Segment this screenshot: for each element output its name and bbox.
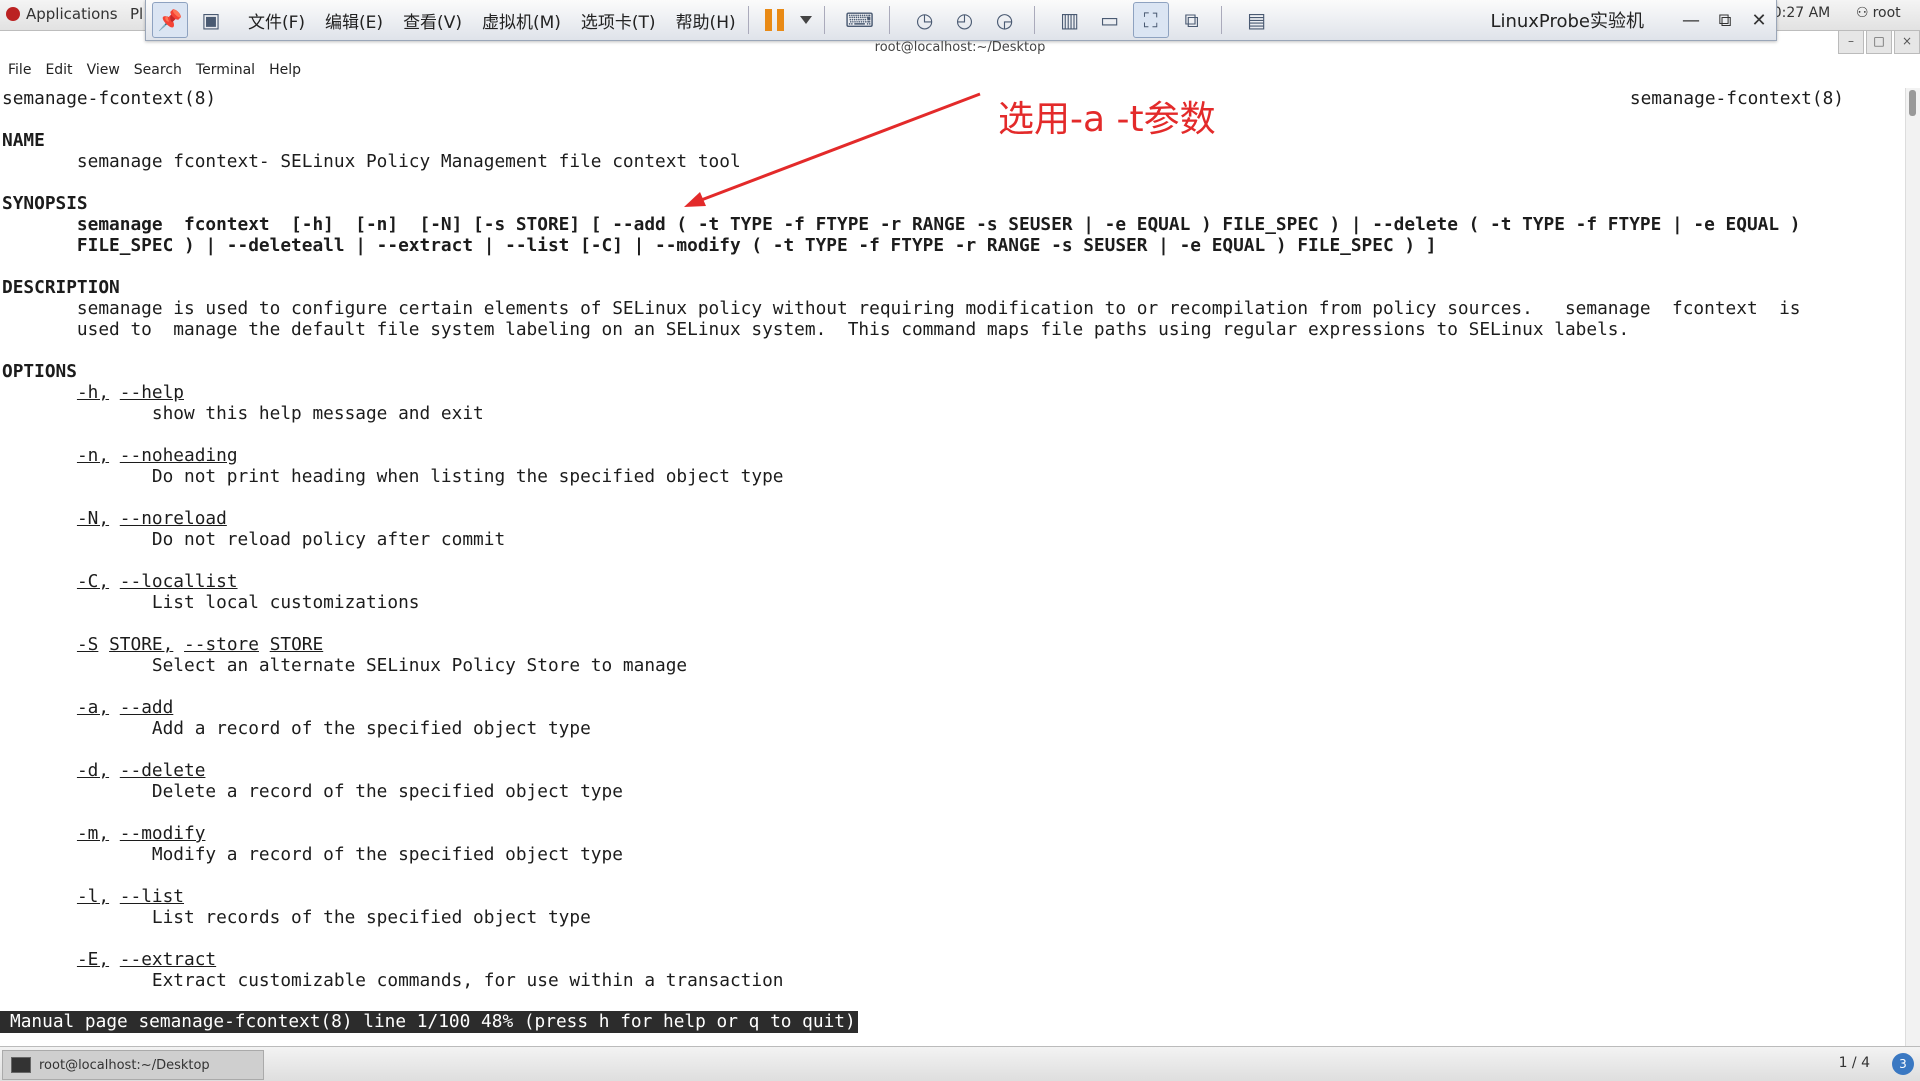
window-controls: – □ × bbox=[1838, 30, 1920, 54]
option-delete: -d, --delete bbox=[76, 760, 206, 781]
term-menu-help[interactable]: Help bbox=[269, 62, 301, 86]
synopsis-line-2: FILE_SPEC ) | --deleteall | --extract | … bbox=[2, 235, 1437, 256]
taskbar-item-label: root@localhost:~/Desktop bbox=[39, 1057, 210, 1073]
vm-title: LinuxProbe实验机 bbox=[1490, 11, 1644, 32]
options-heading: OPTIONS bbox=[2, 361, 77, 382]
option-list-desc: List records of the specified object typ… bbox=[151, 907, 591, 928]
option-locallist: -C, --locallist bbox=[76, 571, 238, 592]
bottom-taskbar: root@localhost:~/Desktop 1 / 4 3 bbox=[0, 1046, 1920, 1081]
menu-edit[interactable]: 编辑(E) bbox=[325, 8, 383, 33]
toolbar-separator bbox=[1220, 6, 1222, 34]
snapshot-icon[interactable]: ◷ bbox=[908, 3, 942, 37]
synopsis-heading: SYNOPSIS bbox=[2, 193, 88, 214]
term-menu-view[interactable]: View bbox=[87, 62, 120, 86]
terminal-scrollbar[interactable] bbox=[1905, 88, 1920, 1048]
option-modify-desc: Modify a record of the specified object … bbox=[151, 844, 623, 865]
user-icon: ⚇ bbox=[1856, 5, 1869, 21]
sidebar-view-icon[interactable]: ▥ bbox=[1053, 3, 1087, 37]
option-store: -S STORE, --store STORE bbox=[76, 634, 324, 655]
option-help: -h, --help bbox=[76, 382, 185, 403]
user-name: root bbox=[1872, 5, 1901, 21]
option-add: -a, --add bbox=[76, 697, 174, 718]
window-title: root@localhost:~/Desktop bbox=[874, 40, 1046, 55]
applications-label: Applications bbox=[26, 5, 118, 23]
option-list: -l, --list bbox=[76, 886, 185, 907]
menu-vm[interactable]: 虚拟机(M) bbox=[482, 8, 561, 33]
man-header-right: semanage-fcontext(8) bbox=[1629, 88, 1844, 109]
term-menu-terminal[interactable]: Terminal bbox=[196, 62, 255, 86]
toolbar-separator bbox=[888, 6, 890, 34]
vmware-toolbar: 📌 ▣ 文件(F) 编辑(E) 查看(V) 虚拟机(M) 选项卡(T) 帮助(H… bbox=[145, 0, 1777, 41]
snapshot-manager-icon[interactable]: ◶ bbox=[988, 3, 1022, 37]
pause-icon[interactable] bbox=[764, 9, 784, 31]
minimize-icon[interactable]: — bbox=[1674, 10, 1708, 31]
console-view-icon[interactable]: ▤ bbox=[1240, 3, 1274, 37]
vm-home-icon[interactable]: ▣ bbox=[194, 3, 228, 37]
name-heading: NAME bbox=[2, 130, 45, 151]
unity-icon[interactable]: ⧉ bbox=[1175, 3, 1209, 37]
pager-status-line: Manual page semanage-fcontext(8) line 1/… bbox=[0, 1011, 858, 1033]
description-line-2: used to manage the default file system l… bbox=[2, 319, 1630, 340]
option-noreload: -N, --noreload bbox=[76, 508, 227, 529]
gnome-foot-icon bbox=[6, 7, 20, 21]
fullscreen-icon[interactable]: ⛶ bbox=[1132, 2, 1169, 38]
description-line-1: semanage is used to configure certain el… bbox=[2, 298, 1801, 319]
toolbar-separator bbox=[1033, 6, 1035, 34]
menu-view[interactable]: 查看(V) bbox=[403, 8, 462, 33]
description-heading: DESCRIPTION bbox=[2, 277, 120, 298]
restore-icon[interactable]: ⧉ bbox=[1708, 10, 1742, 31]
chevron-down-icon[interactable] bbox=[799, 16, 812, 24]
menu-help[interactable]: 帮助(H) bbox=[676, 8, 736, 33]
clock[interactable]: :0:27 AM bbox=[1768, 5, 1830, 21]
scrollbar-thumb[interactable] bbox=[1909, 90, 1916, 116]
user-menu[interactable]: ⚇ root bbox=[1856, 5, 1901, 21]
window-close-icon[interactable]: × bbox=[1894, 30, 1920, 54]
term-menu-search[interactable]: Search bbox=[134, 62, 182, 86]
send-ctrl-alt-del-icon[interactable]: ⌨ bbox=[843, 3, 877, 37]
man-header-left: semanage-fcontext(8) bbox=[2, 88, 217, 109]
window-maximize-icon[interactable]: □ bbox=[1866, 30, 1892, 54]
name-text: semanage fcontext- SELinux Policy Manage… bbox=[2, 151, 741, 172]
option-locallist-desc: List local customizations bbox=[151, 592, 420, 613]
workspace-pager[interactable]: 1 / 4 bbox=[1839, 1055, 1870, 1071]
option-extract-desc: Extract customizable commands, for use w… bbox=[151, 970, 784, 991]
window-minimize-icon[interactable]: – bbox=[1838, 30, 1864, 54]
synopsis-line-1: semanage fcontext [-h] [-n] [-N] [-s STO… bbox=[2, 214, 1801, 235]
option-add-desc: Add a record of the specified object typ… bbox=[151, 718, 591, 739]
thumbnail-view-icon[interactable]: ▭ bbox=[1093, 3, 1127, 37]
terminal-menubar: File Edit View Search Terminal Help bbox=[0, 62, 307, 86]
option-help-desc: show this help message and exit bbox=[151, 403, 484, 424]
option-noreload-desc: Do not reload policy after commit bbox=[151, 529, 506, 550]
menu-file[interactable]: 文件(F) bbox=[248, 8, 305, 33]
close-icon[interactable]: ✕ bbox=[1742, 10, 1776, 31]
toolbar-separator bbox=[747, 6, 749, 34]
option-delete-desc: Delete a record of the specified object … bbox=[151, 781, 623, 802]
terminal-output[interactable]: semanage-fcontext(8) semanage-fcontext(8… bbox=[0, 88, 1904, 1023]
notification-icon[interactable]: 3 bbox=[1892, 1053, 1914, 1075]
pin-icon[interactable]: 📌 bbox=[152, 2, 188, 38]
option-store-desc: Select an alternate SELinux Policy Store… bbox=[151, 655, 688, 676]
toolbar-separator bbox=[823, 6, 825, 34]
option-noheading-desc: Do not print heading when listing the sp… bbox=[151, 466, 784, 487]
revert-snapshot-icon[interactable]: ◴ bbox=[948, 3, 982, 37]
applications-menu[interactable]: Applications bbox=[6, 5, 118, 23]
terminal-icon bbox=[11, 1057, 31, 1073]
term-menu-file[interactable]: File bbox=[8, 62, 31, 86]
annotation-label: 选用-a -t参数 bbox=[998, 99, 1216, 140]
option-noheading: -n, --noheading bbox=[76, 445, 238, 466]
term-menu-edit[interactable]: Edit bbox=[45, 62, 72, 86]
taskbar-terminal-item[interactable]: root@localhost:~/Desktop bbox=[2, 1050, 264, 1080]
option-modify: -m, --modify bbox=[76, 823, 206, 844]
option-extract: -E, --extract bbox=[76, 949, 217, 970]
menu-tabs[interactable]: 选项卡(T) bbox=[581, 8, 656, 33]
places-menu[interactable]: Pl bbox=[130, 5, 143, 23]
